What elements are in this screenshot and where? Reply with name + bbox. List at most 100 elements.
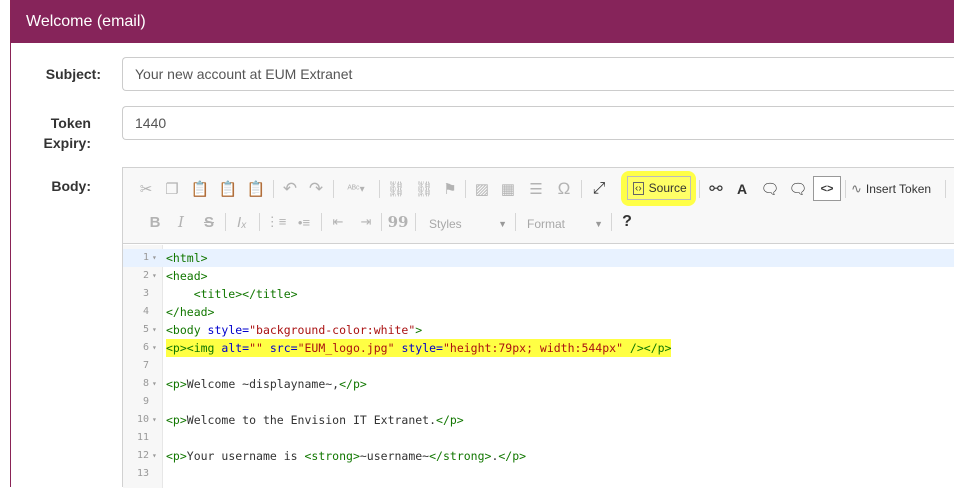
toolbar-separator xyxy=(379,180,380,198)
code-text: </p> xyxy=(436,413,464,427)
numbered-list-icon[interactable]: ⋮≡ xyxy=(265,210,287,234)
bold-icon[interactable]: B xyxy=(145,210,165,234)
help-icon[interactable]: ? xyxy=(617,210,637,234)
blockquote-icon[interactable]: 99 xyxy=(387,210,409,234)
source-code-area[interactable]: 1 ▾ <html> 2 ▾ <head> 3 <title></title> … xyxy=(123,245,954,488)
special-character-icon[interactable]: Ω xyxy=(553,177,575,201)
spellcheck-icon[interactable]: ᴬᴮᶜ▾ xyxy=(339,177,373,201)
paste-word-icon[interactable]: 📋 xyxy=(245,177,267,201)
copy-icon[interactable]: ❐ xyxy=(161,177,183,201)
code-content: ~username~ xyxy=(359,449,430,463)
fold-icon[interactable]: ▾ xyxy=(152,267,157,285)
insert-token-button[interactable]: ∿ Insert Token xyxy=(851,177,943,201)
token-expiry-label: Token Expiry: xyxy=(29,113,91,153)
fold-icon[interactable]: ▾ xyxy=(152,411,157,429)
line-number: 3 xyxy=(142,288,149,299)
code-text: <title></title> xyxy=(166,287,298,301)
toolbar-separator xyxy=(321,213,322,231)
format-dropdown[interactable]: Format ▼ xyxy=(521,212,607,236)
outdent-icon[interactable]: ⇤ xyxy=(327,210,349,234)
line-number: 8 xyxy=(142,378,149,389)
code-line: 7 xyxy=(123,357,954,375)
source-icon: ‹› xyxy=(633,181,644,195)
toolbar-separator xyxy=(333,180,334,198)
code-line: 3 <title></title> xyxy=(123,285,954,303)
code-line: 11 xyxy=(123,429,954,447)
styles-label: Styles xyxy=(429,217,462,231)
code-line: 10 ▾ <p>Welcome to the Envision IT Extra… xyxy=(123,411,954,429)
subject-input[interactable]: Your new account at EUM Extranet xyxy=(122,57,954,91)
maximize-icon[interactable]: ⤢ xyxy=(587,177,611,201)
italic-icon[interactable]: I xyxy=(171,210,191,234)
toolbar-separator xyxy=(259,213,260,231)
select-all-icon[interactable]: A xyxy=(731,177,753,201)
code-text: </head> xyxy=(166,305,215,319)
toolbar-separator xyxy=(611,213,612,231)
code-line: 13 xyxy=(123,465,954,483)
code-snippet-icon[interactable]: <> xyxy=(813,176,841,201)
code-line: 4 </head> xyxy=(123,303,954,321)
indent-icon[interactable]: ⇥ xyxy=(355,210,377,234)
toolbar-separator xyxy=(845,180,846,198)
fold-icon[interactable]: ▾ xyxy=(152,339,157,357)
image-icon[interactable]: ▨ xyxy=(471,177,493,201)
code-line: 6 ▾ <p><img alt="" src="EUM_logo.jpg" st… xyxy=(123,339,954,357)
toolbar-separator xyxy=(945,180,946,198)
cut-icon[interactable]: ✂ xyxy=(135,177,157,201)
highlighted-code: <p><img alt="" src="EUM_logo.jpg" style=… xyxy=(166,339,672,357)
redo-icon[interactable]: ↷ xyxy=(305,177,327,201)
code-text: <p><img xyxy=(166,341,215,355)
editor-toolbar: ✂ ❐ 📋 📋 📋 ↶ ↷ ᴬᴮᶜ▾ ⛓ ⛓ ⚑ ▨ ▦ ☰ Ω ⤢ ‹› So… xyxy=(123,168,954,244)
line-number: 10 xyxy=(136,414,149,425)
code-text: <html> xyxy=(166,251,208,265)
fold-icon[interactable]: ▾ xyxy=(152,249,157,267)
paste-icon[interactable]: 📋 xyxy=(189,177,211,201)
fold-icon[interactable]: ▾ xyxy=(152,321,157,339)
code-line: 9 xyxy=(123,393,954,411)
code-text: <p> xyxy=(166,413,187,427)
anchor-flag-icon[interactable]: ⚑ xyxy=(439,177,461,201)
add-comment-icon[interactable]: 🗨 xyxy=(759,177,781,201)
code-attr: src= xyxy=(262,341,298,355)
rich-text-editor: ✂ ❐ 📋 📋 📋 ↶ ↷ ᴬᴮᶜ▾ ⛓ ⛓ ⚑ ▨ ▦ ☰ Ω ⤢ ‹› So… xyxy=(122,167,954,488)
token-expiry-input[interactable]: 1440 xyxy=(122,106,954,140)
code-line: 8 ▾ <p>Welcome ~displayname~,</p> xyxy=(123,375,954,393)
code-text: </p> xyxy=(339,377,367,391)
code-text: <head> xyxy=(166,269,208,283)
code-attr: style= xyxy=(200,323,250,337)
link-icon[interactable]: ⛓ xyxy=(385,177,407,201)
code-content: Welcome ~displayname~, xyxy=(186,377,340,391)
code-attr: alt= xyxy=(214,341,250,355)
undo-icon[interactable]: ↶ xyxy=(279,177,301,201)
styles-dropdown[interactable]: Styles ▼ xyxy=(423,212,511,236)
code-line: 1 ▾ <html> xyxy=(123,249,954,267)
chevron-down-icon: ▼ xyxy=(594,219,603,229)
subject-label: Subject: xyxy=(45,66,101,82)
toolbar-separator xyxy=(465,180,466,198)
paste-text-icon[interactable]: 📋 xyxy=(217,177,239,201)
fold-icon[interactable]: ▾ xyxy=(152,447,157,465)
bulleted-list-icon[interactable]: •≡ xyxy=(293,210,315,234)
remove-format-icon[interactable]: Iₓ xyxy=(231,210,253,234)
code-text: > xyxy=(415,323,423,337)
unlink-icon[interactable]: ⛓ xyxy=(413,177,435,201)
insert-token-label: Insert Token xyxy=(865,182,932,196)
email-template-panel: Welcome (email) Subject: Your new accoun… xyxy=(10,0,954,488)
horizontal-rule-icon[interactable]: ☰ xyxy=(525,177,547,201)
find-icon[interactable]: ⚯ xyxy=(705,177,727,201)
code-line: 12 ▾ <p>Your username is <strong>~userna… xyxy=(123,447,954,465)
table-icon[interactable]: ▦ xyxy=(497,177,519,201)
toolbar-separator xyxy=(273,180,274,198)
code-text: <strong> xyxy=(304,449,360,463)
strikethrough-icon[interactable]: S xyxy=(199,210,219,234)
code-string: "" xyxy=(249,341,263,355)
source-button[interactable]: ‹› Source xyxy=(627,176,691,200)
chevron-down-icon: ▼ xyxy=(498,219,507,229)
line-number: 4 xyxy=(142,306,149,317)
source-label: Source xyxy=(648,181,687,195)
fold-icon[interactable]: ▾ xyxy=(152,375,157,393)
line-number: 1 xyxy=(142,252,149,263)
code-line: 5 ▾ <body style="background-color:white"… xyxy=(123,321,954,339)
remove-comment-icon[interactable]: 🗨 xyxy=(787,177,809,201)
line-number: 6 xyxy=(142,342,149,353)
